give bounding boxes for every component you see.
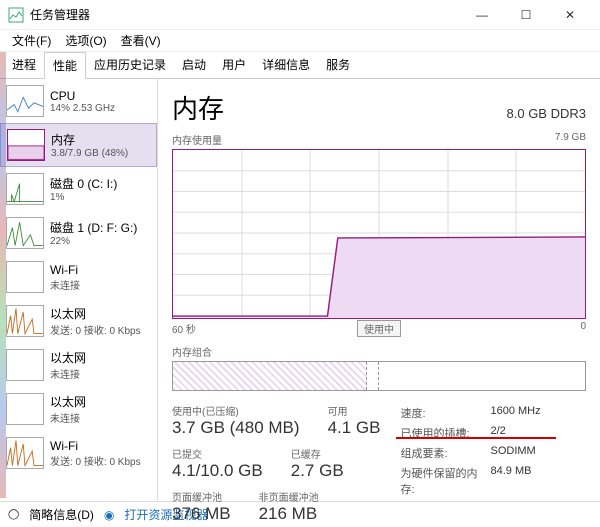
sidebar-item-disk0[interactable]: 磁盘 0 (C: I:)1% bbox=[0, 167, 157, 211]
tab-details[interactable]: 详细信息 bbox=[254, 52, 318, 78]
stat-label: 可用 bbox=[328, 403, 381, 418]
menu-bar: 文件(F) 选项(O) 查看(V) bbox=[0, 30, 600, 52]
sidebar: CPU14% 2.53 GHz 内存3.8/7.9 GB (48%) 磁盘 0 … bbox=[0, 79, 158, 501]
resmon-icon: ◉ bbox=[104, 508, 114, 522]
main-panel: 内存 8.0 GB DDR3 内存使用量 7.9 GB 60 秒 使用中 0 内… bbox=[158, 79, 600, 501]
sidebar-label: CPU bbox=[50, 89, 115, 103]
sidebar-sub: 发送: 0 接收: 0 Kbps bbox=[50, 322, 141, 337]
sidebar-label: 内存 bbox=[51, 131, 128, 148]
sidebar-item-eth0[interactable]: 以太网发送: 0 接收: 0 Kbps bbox=[0, 299, 157, 343]
chart-max: 7.9 GB bbox=[555, 132, 586, 147]
sidebar-label: Wi-Fi bbox=[50, 263, 80, 277]
wifi-thumb bbox=[6, 437, 44, 469]
maximize-button[interactable]: ☐ bbox=[504, 1, 548, 29]
sidebar-item-disk1[interactable]: 磁盘 1 (D: F: G:)22% bbox=[0, 211, 157, 255]
memory-thumb bbox=[7, 129, 45, 161]
title-bar: 任务管理器 ― ☐ ✕ bbox=[0, 0, 600, 30]
kv-val: SODIMM bbox=[490, 445, 535, 461]
tab-performance[interactable]: 性能 bbox=[44, 52, 86, 79]
menu-options[interactable]: 选项(O) bbox=[59, 30, 112, 51]
sidebar-item-memory[interactable]: 内存3.8/7.9 GB (48%) bbox=[0, 123, 157, 167]
stat-value: 2.7 GB bbox=[291, 461, 344, 481]
chart-label: 内存使用量 bbox=[172, 132, 222, 147]
sidebar-item-eth2[interactable]: 以太网未连接 bbox=[0, 387, 157, 431]
stat-label: 使用中(已压缩) bbox=[172, 403, 300, 418]
close-button[interactable]: ✕ bbox=[548, 1, 592, 29]
tab-services[interactable]: 服务 bbox=[318, 52, 358, 78]
menu-view[interactable]: 查看(V) bbox=[115, 30, 167, 51]
stat-label: 非页面缓冲池 bbox=[259, 489, 319, 504]
kv-key: 组成要素: bbox=[400, 445, 480, 461]
eth-thumb bbox=[6, 393, 44, 425]
tab-history[interactable]: 应用历史记录 bbox=[86, 52, 174, 78]
menu-file[interactable]: 文件(F) bbox=[6, 30, 57, 51]
stat-value: 4.1 GB bbox=[328, 418, 381, 438]
sidebar-label: 以太网 bbox=[50, 349, 86, 366]
stat-value: 376 MB bbox=[172, 504, 231, 524]
composition-label: 内存组合 bbox=[172, 344, 586, 359]
tab-users[interactable]: 用户 bbox=[214, 52, 254, 78]
chart-mode-button[interactable]: 使用中 bbox=[357, 320, 401, 337]
stat-label: 已缓存 bbox=[291, 446, 344, 461]
disk-thumb bbox=[6, 173, 44, 205]
sidebar-item-wifi1[interactable]: Wi-Fi发送: 0 接收: 0 Kbps bbox=[0, 431, 157, 475]
sidebar-label: 以太网 bbox=[50, 305, 141, 322]
stat-value: 4.1/10.0 GB bbox=[172, 461, 263, 481]
page-title: 内存 bbox=[172, 89, 224, 126]
sidebar-sub: 3.8/7.9 GB (48%) bbox=[51, 148, 128, 159]
tab-processes[interactable]: 进程 bbox=[4, 52, 44, 78]
tab-bar: 进程 性能 应用历史记录 启动 用户 详细信息 服务 bbox=[0, 52, 600, 79]
sidebar-sub: 未连接 bbox=[50, 410, 86, 425]
memory-composition-bar[interactable] bbox=[172, 361, 586, 391]
x-axis-left: 60 秒 bbox=[172, 321, 196, 336]
app-icon bbox=[8, 7, 24, 23]
memory-spec: 8.0 GB DDR3 bbox=[507, 106, 586, 121]
sidebar-sub: 未连接 bbox=[50, 277, 80, 292]
kv-val: 1600 MHz bbox=[490, 405, 540, 421]
kv-key: 为硬件保留的内存: bbox=[400, 465, 480, 497]
sidebar-label: 以太网 bbox=[50, 393, 86, 410]
annotation-underline bbox=[396, 437, 556, 439]
eth-thumb bbox=[6, 305, 44, 337]
kv-key: 速度: bbox=[400, 405, 480, 421]
sidebar-sub: 1% bbox=[50, 192, 117, 203]
sidebar-sub: 22% bbox=[50, 236, 137, 247]
fewer-details-icon[interactable]: ◯ bbox=[8, 509, 19, 520]
stat-label: 已提交 bbox=[172, 446, 263, 461]
sidebar-sub: 14% 2.53 GHz bbox=[50, 103, 115, 114]
cpu-thumb bbox=[6, 85, 44, 117]
sidebar-item-cpu[interactable]: CPU14% 2.53 GHz bbox=[0, 79, 157, 123]
sidebar-label: 磁盘 1 (D: F: G:) bbox=[50, 219, 137, 236]
tab-startup[interactable]: 启动 bbox=[174, 52, 214, 78]
stat-value: 3.7 GB (480 MB) bbox=[172, 418, 300, 438]
stat-value: 216 MB bbox=[259, 504, 319, 524]
window-title: 任务管理器 bbox=[30, 6, 460, 23]
sidebar-item-eth1[interactable]: 以太网未连接 bbox=[0, 343, 157, 387]
sidebar-sub: 未连接 bbox=[50, 366, 86, 381]
fewer-details-button[interactable]: 简略信息(D) bbox=[29, 506, 94, 523]
sidebar-item-wifi0[interactable]: Wi-Fi未连接 bbox=[0, 255, 157, 299]
memory-details: 速度:1600 MHz 已使用的插槽:2/2 组成要素:SODIMM 为硬件保留… bbox=[400, 405, 540, 524]
minimize-button[interactable]: ― bbox=[460, 1, 504, 29]
sidebar-label: 磁盘 0 (C: I:) bbox=[50, 175, 117, 192]
disk-thumb bbox=[6, 217, 44, 249]
sidebar-label: Wi-Fi bbox=[50, 439, 141, 453]
wifi-thumb bbox=[6, 261, 44, 293]
x-axis-right: 0 bbox=[580, 321, 586, 336]
kv-val: 84.9 MB bbox=[490, 465, 531, 497]
stat-label: 页面缓冲池 bbox=[172, 489, 231, 504]
memory-usage-chart[interactable] bbox=[172, 149, 586, 319]
eth-thumb bbox=[6, 349, 44, 381]
sidebar-sub: 发送: 0 接收: 0 Kbps bbox=[50, 453, 141, 468]
